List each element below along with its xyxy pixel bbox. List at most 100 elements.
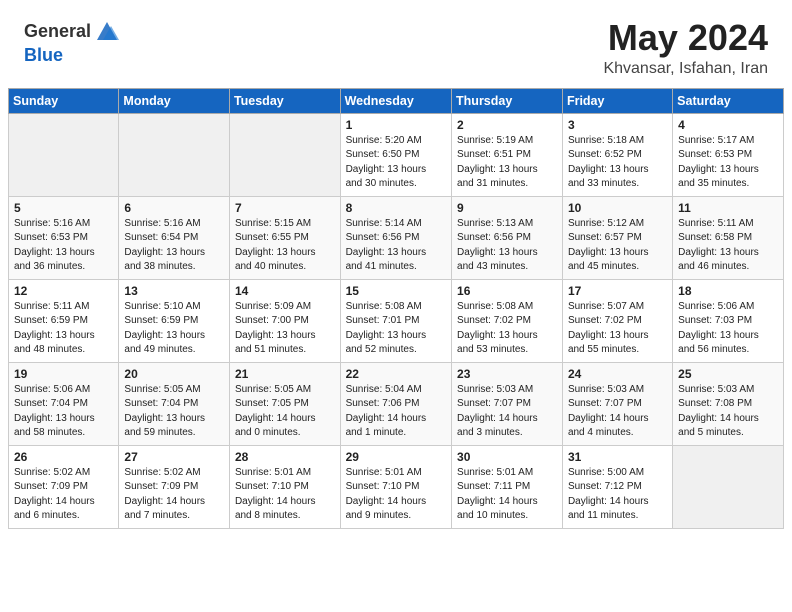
header-day: Monday — [119, 88, 230, 113]
day-number: 1 — [346, 118, 446, 132]
day-info: Sunrise: 5:02 AM Sunset: 7:09 PM Dayligh… — [14, 466, 113, 524]
day-info: Sunrise: 5:10 AM Sunset: 6:59 PM Dayligh… — [124, 300, 224, 358]
day-info: Sunrise: 5:05 AM Sunset: 7:05 PM Dayligh… — [235, 383, 335, 441]
calendar-cell — [9, 113, 119, 196]
day-info: Sunrise: 5:01 AM Sunset: 7:10 PM Dayligh… — [235, 466, 335, 524]
calendar-title: May 2024 — [603, 18, 768, 58]
day-number: 25 — [678, 367, 778, 381]
day-number: 16 — [457, 284, 557, 298]
calendar-cell — [673, 445, 784, 528]
calendar-cell: 21 Sunrise: 5:05 AM Sunset: 7:05 PM Dayli… — [229, 362, 340, 445]
header-day: Sunday — [9, 88, 119, 113]
day-info: Sunrise: 5:01 AM Sunset: 7:11 PM Dayligh… — [457, 466, 557, 524]
calendar-cell: 10 Sunrise: 5:12 AM Sunset: 6:57 PM Dayli… — [562, 196, 672, 279]
calendar-cell: 11Sunrise: 5:11 AM Sunset: 6:58 PM Dayli… — [673, 196, 784, 279]
calendar-cell: 24 Sunrise: 5:03 AM Sunset: 7:07 PM Dayli… — [562, 362, 672, 445]
calendar-cell: 15 Sunrise: 5:08 AM Sunset: 7:01 PM Dayli… — [340, 279, 451, 362]
title-block: May 2024 Khvansar, Isfahan, Iran — [603, 18, 768, 78]
day-info: Sunrise: 5:02 AM Sunset: 7:09 PM Dayligh… — [124, 466, 224, 524]
day-number: 26 — [14, 450, 113, 464]
day-info: Sunrise: 5:09 AM Sunset: 7:00 PM Dayligh… — [235, 300, 335, 358]
day-number: 19 — [14, 367, 113, 381]
day-number: 6 — [124, 201, 224, 215]
calendar-cell: 28 Sunrise: 5:01 AM Sunset: 7:10 PM Dayli… — [229, 445, 340, 528]
day-number: 8 — [346, 201, 446, 215]
header-day: Tuesday — [229, 88, 340, 113]
day-info: Sunrise: 5:13 AM Sunset: 6:56 PM Dayligh… — [457, 217, 557, 275]
day-number: 20 — [124, 367, 224, 381]
header-day: Saturday — [673, 88, 784, 113]
calendar-cell: 30 Sunrise: 5:01 AM Sunset: 7:11 PM Dayli… — [452, 445, 563, 528]
calendar-week-row: 5Sunrise: 5:16 AM Sunset: 6:53 PM Daylig… — [9, 196, 784, 279]
day-number: 12 — [14, 284, 113, 298]
calendar-table: SundayMondayTuesdayWednesdayThursdayFrid… — [8, 88, 784, 529]
calendar-cell: 2 Sunrise: 5:19 AM Sunset: 6:51 PM Daylig… — [452, 113, 563, 196]
day-number: 30 — [457, 450, 557, 464]
day-info: Sunrise: 5:00 AM Sunset: 7:12 PM Dayligh… — [568, 466, 667, 524]
day-info: Sunrise: 5:14 AM Sunset: 6:56 PM Dayligh… — [346, 217, 446, 275]
day-number: 27 — [124, 450, 224, 464]
calendar-cell: 6Sunrise: 5:16 AM Sunset: 6:54 PM Daylig… — [119, 196, 230, 279]
day-info: Sunrise: 5:06 AM Sunset: 7:03 PM Dayligh… — [678, 300, 778, 358]
day-number: 31 — [568, 450, 667, 464]
header-row: SundayMondayTuesdayWednesdayThursdayFrid… — [9, 88, 784, 113]
day-number: 14 — [235, 284, 335, 298]
calendar-cell: 25 Sunrise: 5:03 AM Sunset: 7:08 PM Dayli… — [673, 362, 784, 445]
day-number: 9 — [457, 201, 557, 215]
day-info: Sunrise: 5:17 AM Sunset: 6:53 PM Dayligh… — [678, 134, 778, 192]
page-header: General Blue May 2024 Khvansar, Isfahan,… — [0, 0, 792, 88]
day-number: 24 — [568, 367, 667, 381]
logo-icon — [93, 18, 121, 46]
day-number: 29 — [346, 450, 446, 464]
calendar-cell: 20Sunrise: 5:05 AM Sunset: 7:04 PM Dayli… — [119, 362, 230, 445]
calendar-week-row: 19 Sunrise: 5:06 AM Sunset: 7:04 PM Dayli… — [9, 362, 784, 445]
calendar-week-row: 26 Sunrise: 5:02 AM Sunset: 7:09 PM Dayli… — [9, 445, 784, 528]
calendar-cell — [229, 113, 340, 196]
calendar-cell: 9 Sunrise: 5:13 AM Sunset: 6:56 PM Daylig… — [452, 196, 563, 279]
day-number: 23 — [457, 367, 557, 381]
day-info: Sunrise: 5:08 AM Sunset: 7:01 PM Dayligh… — [346, 300, 446, 358]
calendar-subtitle: Khvansar, Isfahan, Iran — [603, 60, 768, 78]
day-info: Sunrise: 5:08 AM Sunset: 7:02 PM Dayligh… — [457, 300, 557, 358]
calendar-cell: 1 Sunrise: 5:20 AM Sunset: 6:50 PM Daylig… — [340, 113, 451, 196]
calendar-cell: 26 Sunrise: 5:02 AM Sunset: 7:09 PM Dayli… — [9, 445, 119, 528]
calendar-cell: 8 Sunrise: 5:14 AM Sunset: 6:56 PM Daylig… — [340, 196, 451, 279]
day-info: Sunrise: 5:11 AM Sunset: 6:59 PM Dayligh… — [14, 300, 113, 358]
calendar-cell: 14 Sunrise: 5:09 AM Sunset: 7:00 PM Dayli… — [229, 279, 340, 362]
day-info: Sunrise: 5:11 AM Sunset: 6:58 PM Dayligh… — [678, 217, 778, 275]
calendar-cell: 4 Sunrise: 5:17 AM Sunset: 6:53 PM Daylig… — [673, 113, 784, 196]
day-info: Sunrise: 5:03 AM Sunset: 7:07 PM Dayligh… — [568, 383, 667, 441]
day-info: Sunrise: 5:19 AM Sunset: 6:51 PM Dayligh… — [457, 134, 557, 192]
day-info: Sunrise: 5:03 AM Sunset: 7:07 PM Dayligh… — [457, 383, 557, 441]
day-number: 15 — [346, 284, 446, 298]
day-info: Sunrise: 5:12 AM Sunset: 6:57 PM Dayligh… — [568, 217, 667, 275]
day-number: 10 — [568, 201, 667, 215]
calendar-week-row: 1 Sunrise: 5:20 AM Sunset: 6:50 PM Daylig… — [9, 113, 784, 196]
calendar-cell: 22Sunrise: 5:04 AM Sunset: 7:06 PM Dayli… — [340, 362, 451, 445]
day-number: 4 — [678, 118, 778, 132]
day-number: 21 — [235, 367, 335, 381]
calendar-cell: 13 Sunrise: 5:10 AM Sunset: 6:59 PM Dayli… — [119, 279, 230, 362]
day-info: Sunrise: 5:01 AM Sunset: 7:10 PM Dayligh… — [346, 466, 446, 524]
day-number: 3 — [568, 118, 667, 132]
day-info: Sunrise: 5:03 AM Sunset: 7:08 PM Dayligh… — [678, 383, 778, 441]
calendar-cell: 29 Sunrise: 5:01 AM Sunset: 7:10 PM Dayli… — [340, 445, 451, 528]
calendar-cell: 17 Sunrise: 5:07 AM Sunset: 7:02 PM Dayli… — [562, 279, 672, 362]
day-info: Sunrise: 5:20 AM Sunset: 6:50 PM Dayligh… — [346, 134, 446, 192]
day-info: Sunrise: 5:07 AM Sunset: 7:02 PM Dayligh… — [568, 300, 667, 358]
calendar-week-row: 12 Sunrise: 5:11 AM Sunset: 6:59 PM Dayli… — [9, 279, 784, 362]
header-day: Thursday — [452, 88, 563, 113]
day-number: 5 — [14, 201, 113, 215]
calendar-cell: 19 Sunrise: 5:06 AM Sunset: 7:04 PM Dayli… — [9, 362, 119, 445]
day-number: 28 — [235, 450, 335, 464]
day-info: Sunrise: 5:06 AM Sunset: 7:04 PM Dayligh… — [14, 383, 113, 441]
calendar-body: 1 Sunrise: 5:20 AM Sunset: 6:50 PM Daylig… — [9, 113, 784, 528]
header-day: Friday — [562, 88, 672, 113]
day-number: 13 — [124, 284, 224, 298]
calendar-cell — [119, 113, 230, 196]
calendar-cell: 16 Sunrise: 5:08 AM Sunset: 7:02 PM Dayli… — [452, 279, 563, 362]
day-number: 17 — [568, 284, 667, 298]
day-number: 2 — [457, 118, 557, 132]
logo: General Blue — [24, 18, 121, 66]
day-number: 18 — [678, 284, 778, 298]
